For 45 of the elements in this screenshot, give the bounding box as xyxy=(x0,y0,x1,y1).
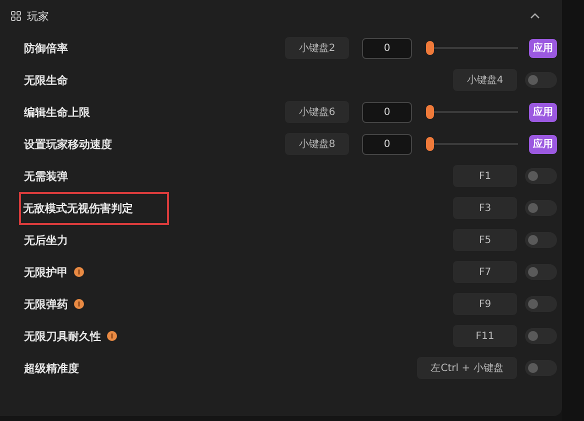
toggle-switch[interactable] xyxy=(525,328,557,344)
value-input[interactable]: 0 xyxy=(362,102,412,122)
hotkey-button[interactable]: 左Ctrl + 小键盘 xyxy=(417,357,517,379)
option-label: 设置玩家移动速度 xyxy=(24,136,112,152)
toggle-switch[interactable] xyxy=(525,200,557,216)
option-label: 无限护甲 xyxy=(24,264,68,280)
option-label: 无限刀具耐久性 xyxy=(24,328,101,344)
option-label: 无敌模式无视伤害判定 xyxy=(21,194,167,222)
hotkey-button[interactable]: 小键盘6 xyxy=(285,101,349,123)
collapse-chevron-icon[interactable] xyxy=(530,13,540,19)
option-label: 编辑生命上限 xyxy=(24,104,90,120)
hotkey-button[interactable]: F5 xyxy=(453,229,517,251)
slider-thumb[interactable] xyxy=(426,41,434,55)
option-label: 无需装弹 xyxy=(24,168,68,184)
hotkey-button[interactable]: F7 xyxy=(453,261,517,283)
slider-thumb[interactable] xyxy=(426,137,434,151)
info-icon[interactable] xyxy=(107,331,117,341)
hotkey-button[interactable]: 小键盘2 xyxy=(285,37,349,59)
value-input[interactable]: 0 xyxy=(362,38,412,58)
apply-button[interactable]: 应用 xyxy=(529,38,557,58)
hotkey-button[interactable]: F3 xyxy=(453,197,517,219)
toggle-switch[interactable] xyxy=(525,168,557,184)
toggle-switch[interactable] xyxy=(525,232,557,248)
info-icon[interactable] xyxy=(74,299,84,309)
hotkey-button[interactable]: 小键盘4 xyxy=(453,69,517,91)
section-title: 玩家 xyxy=(27,8,50,24)
toggle-switch[interactable] xyxy=(525,296,557,312)
apply-button[interactable]: 应用 xyxy=(529,134,557,154)
option-label: 无限弹药 xyxy=(24,296,68,312)
option-label: 防御倍率 xyxy=(24,40,68,56)
hotkey-button[interactable]: F11 xyxy=(453,325,517,347)
toggle-switch[interactable] xyxy=(525,264,557,280)
grid-icon xyxy=(11,11,21,21)
hotkey-button[interactable]: F9 xyxy=(453,293,517,315)
info-icon[interactable] xyxy=(74,267,84,277)
option-label: 无限生命 xyxy=(24,72,68,88)
apply-button[interactable]: 应用 xyxy=(529,102,557,122)
option-label: 超级精准度 xyxy=(24,360,79,376)
toggle-switch[interactable] xyxy=(525,72,557,88)
option-label: 无后坐力 xyxy=(24,232,68,248)
slider-thumb[interactable] xyxy=(426,105,434,119)
hotkey-button[interactable]: F1 xyxy=(453,165,517,187)
hotkey-button[interactable]: 小键盘8 xyxy=(285,133,349,155)
toggle-switch[interactable] xyxy=(525,360,557,376)
value-input[interactable]: 0 xyxy=(362,134,412,154)
